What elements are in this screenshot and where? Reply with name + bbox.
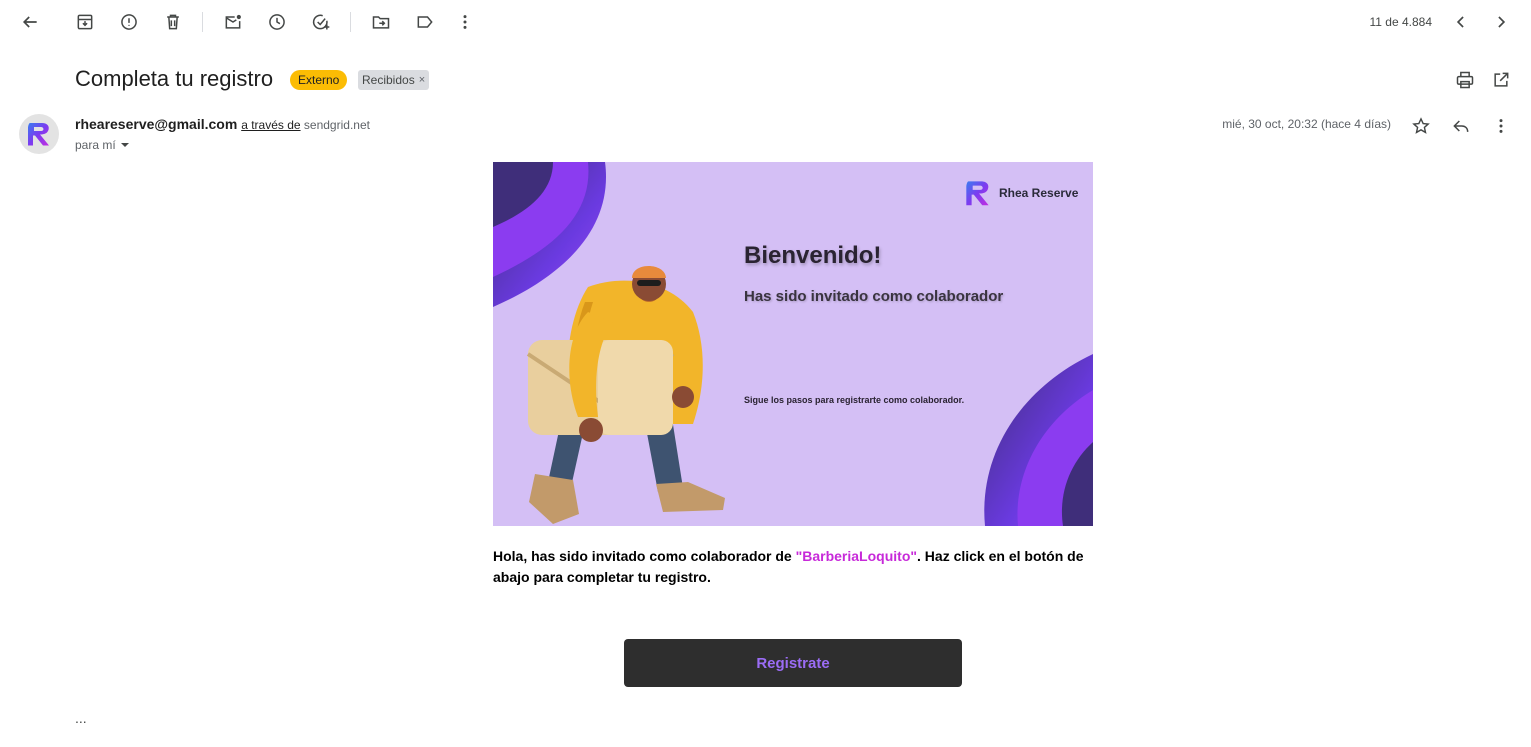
email-body-text: Hola, has sido invitado como colaborador… [493,546,1093,588]
label-inbox: Recibidos × [358,70,430,90]
reply-icon [1453,120,1469,132]
email-banner: Rhea Reserve Bienvenido! Has sido invita… [493,162,1093,526]
dropdown-arrow-icon [120,143,129,147]
trash-icon [167,14,179,30]
mark-unread-icon [225,14,241,29]
clock-icon [269,14,285,30]
newer-button[interactable] [1445,6,1477,38]
recipient-label: para mí [75,138,116,152]
brand-name: Rhea Reserve [999,186,1079,200]
chevron-left-icon [1456,16,1464,28]
star-icon [1412,117,1430,134]
sender-avatar[interactable] [19,114,59,154]
print-icon [1456,71,1474,89]
more-vert-icon [1499,119,1503,133]
labels-button[interactable] [409,6,441,38]
add-to-tasks-button[interactable] [305,6,337,38]
message-more-button[interactable] [1489,114,1513,138]
email-date: mié, 30 oct, 20:32 (hace 4 días) [1222,117,1391,131]
sender-line: rheareserve@gmail.com a través de sendgr… [75,116,370,132]
sender-email[interactable]: rheareserve@gmail.com [75,116,237,132]
business-name: "BarberiaLoquito" [795,548,918,564]
more-actions-button[interactable] [449,6,481,38]
toolbar-divider [350,12,351,32]
print-button[interactable] [1453,68,1477,92]
open-in-new-icon [1494,72,1509,87]
banner-illustration [493,162,1093,526]
message-toolbar: 11 de 4.884 [0,0,1531,44]
chevron-right-icon [1498,16,1506,28]
report-spam-button[interactable] [113,6,145,38]
rhea-logo-icon [966,181,989,206]
report-spam-icon [121,14,137,30]
remove-label-icon[interactable]: × [419,70,425,90]
delete-button[interactable] [157,6,189,38]
recipients-toggle[interactable]: para mí [75,138,130,152]
move-to-button[interactable] [365,6,397,38]
open-new-window-button[interactable] [1489,68,1513,92]
body-text-before: Hola, has sido invitado como colaborador… [493,548,796,564]
via-link[interactable]: a través de [241,118,300,132]
label-external: Externo [290,70,348,90]
star-button[interactable] [1409,114,1433,138]
pager-count: 11 de 4.884 [1369,15,1432,29]
label-icon [417,16,433,28]
more-vert-icon [463,15,467,29]
email-subject: Completa tu registro [75,66,274,91]
show-trimmed-content[interactable]: ... [75,710,87,726]
archive-button[interactable] [69,6,101,38]
rhea-logo-icon [28,123,49,146]
older-button[interactable] [1485,6,1517,38]
brand-logo: Rhea Reserve [961,176,1078,210]
register-button[interactable]: Registrate [624,639,962,687]
banner-steps: Sigue los pasos para registrarte como co… [744,395,965,405]
reply-button[interactable] [1449,114,1473,138]
via-domain: sendgrid.net [303,118,370,132]
banner-title: Bienvenido! [744,242,882,269]
back-button[interactable] [14,6,46,38]
archive-icon [77,14,93,30]
mark-unread-button[interactable] [217,6,249,38]
label-inbox-text: Recibidos [362,73,415,87]
toolbar-divider [202,12,203,32]
add-task-icon [312,14,330,30]
move-folder-icon [372,16,390,29]
snooze-button[interactable] [261,6,293,38]
arrow-back-icon [22,16,37,28]
banner-subtitle: Has sido invitado como colaborador [744,288,1004,305]
